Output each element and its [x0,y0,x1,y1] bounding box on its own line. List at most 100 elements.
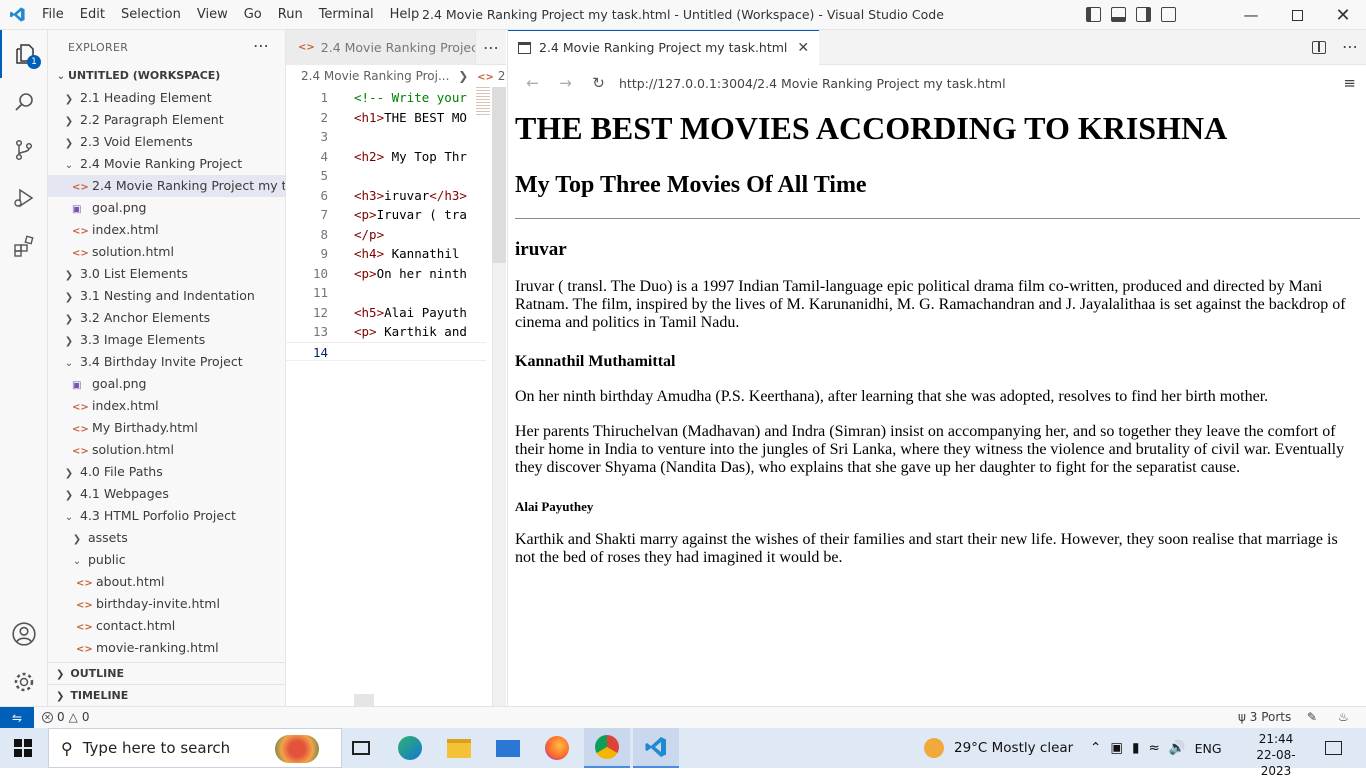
vscode-logo-icon [0,0,34,30]
menu-view[interactable]: View [189,0,236,30]
toggle-primary-sidebar-icon[interactable] [1086,7,1101,22]
tree-file[interactable]: <> movie-ranking.html [48,637,285,659]
weather-widget[interactable]: 29°C Mostly clear [924,728,1073,768]
file-explorer-icon[interactable] [436,728,482,768]
forward-arrow-icon[interactable]: → [549,74,582,92]
customize-layout-icon[interactable] [1161,7,1176,22]
tree-file[interactable]: <> birthday-invite.html [48,593,285,615]
tree-folder[interactable]: ⌄ 2.4 Movie Ranking Project [48,153,285,175]
back-arrow-icon[interactable]: ← [516,74,549,92]
tree-folder[interactable]: ❯ 3.2 Anchor Elements [48,307,285,329]
problems-indicator[interactable]: ✕ 0 △ 0 [42,710,90,724]
tree-file[interactable]: <> index.html [48,395,285,417]
close-window-button[interactable]: ✕ [1320,0,1366,30]
show-hidden-icons-icon[interactable]: ⌃ [1090,740,1101,756]
task-view-icon[interactable] [338,728,384,768]
tree-file[interactable]: ▣ goal.png [48,197,285,219]
explorer-icon[interactable]: 1 [0,30,48,78]
tree-file[interactable]: <> My Birthady.html [48,417,285,439]
remote-indicator-icon[interactable]: ⇋ [0,707,34,729]
search-icon[interactable] [0,78,48,126]
preview-menu-icon[interactable]: ≡ [1343,74,1356,92]
tree-folder[interactable]: ⌄ public [48,549,285,571]
code-content: My Top Thr [384,148,467,164]
menu-help[interactable]: Help [382,0,428,30]
tree-folder[interactable]: ❯ 3.3 Image Elements [48,329,285,351]
taskbar-search[interactable]: ⚲ Type here to search [48,728,342,768]
reload-icon[interactable]: ↻ [582,74,615,92]
tree-file[interactable]: <> contact.html [48,615,285,637]
workspace-header[interactable]: ⌄ UNTITLED (WORKSPACE) [48,65,285,87]
tree-folder[interactable]: ❯ 2.1 Heading Element [48,87,285,109]
breadcrumb-file[interactable]: 2.4 [498,69,506,83]
horizontal-scroll-thumb[interactable] [354,694,374,706]
mail-icon[interactable] [485,728,531,768]
code-area[interactable]: 1 <!-- Write your 2 <h1>THE BEST MO 3 4 <h2> M… [286,87,486,687]
code-text: <h2> My Top Thr [354,147,469,166]
tree-folder[interactable]: ❯ 3.0 List Elements [48,263,285,285]
tree-file[interactable]: <> 2.4 Movie Ranking Project my ta... [48,175,285,197]
battery-icon[interactable]: ▮ [1132,740,1139,756]
feedback-icon[interactable]: ✎ [1307,710,1317,724]
url-field[interactable]: http://127.0.0.1:3004/2.4 Movie Ranking … [619,76,1006,91]
edge-browser-icon[interactable] [387,728,433,768]
code-text: <p>On her ninth [354,264,469,283]
split-editor-icon[interactable] [1312,41,1326,54]
windows-start-icon[interactable] [0,728,46,768]
language-indicator[interactable]: ENG [1195,741,1222,756]
tree-folder[interactable]: ❯ 2.3 Void Elements [48,131,285,153]
editor-more-icon[interactable]: ⋯ [476,38,506,57]
timeline-section[interactable]: ❯ TIMELINE [48,684,285,706]
clock[interactable]: 21:44 22-08-2023 [1246,731,1306,779]
menu-selection[interactable]: Selection [113,0,189,30]
editor-tab[interactable]: <> 2.4 Movie Ranking Project [286,29,476,65]
tree-folder[interactable]: ⌄ 3.4 Birthday Invite Project [48,351,285,373]
toggle-secondary-sidebar-icon[interactable] [1136,7,1151,22]
notifications-bell-icon[interactable]: ♨ [1338,710,1349,724]
meet-now-icon[interactable]: ▣ [1110,740,1123,756]
tree-file[interactable]: <> index.html [48,219,285,241]
more-actions-icon[interactable]: ⋯ [1342,37,1358,56]
manage-gear-icon[interactable] [0,658,48,706]
notification-center-icon[interactable] [1310,728,1356,768]
preview-tab[interactable]: 2.4 Movie Ranking Project my task.html ✕ [508,29,820,65]
minimap[interactable] [476,87,490,117]
error-icon: ✕ [42,711,53,723]
tree-folder[interactable]: ❯ 3.1 Nesting and Indentation [48,285,285,307]
extensions-icon[interactable] [0,222,48,270]
tree-file[interactable]: <> solution.html [48,241,285,263]
tree-folder[interactable]: ❯ assets [48,527,285,549]
vscode-taskbar-icon[interactable] [633,728,679,768]
accounts-icon[interactable] [0,610,48,658]
volume-icon[interactable]: 🔊 [1169,740,1186,756]
toggle-panel-icon[interactable] [1111,7,1126,22]
menu-terminal[interactable]: Terminal [311,0,382,30]
tree-folder[interactable]: ⌄ 4.3 HTML Porfolio Project [48,505,285,527]
menu-run[interactable]: Run [270,0,311,30]
more-actions-icon[interactable]: ⋯ [253,36,269,55]
outline-section[interactable]: ❯ OUTLINE [48,662,285,684]
chrome-icon[interactable] [584,728,630,768]
tree-folder[interactable]: ❯ 4.0 File Paths [48,461,285,483]
wifi-icon[interactable]: ≈ [1149,740,1160,756]
html-file-icon: <> [72,402,89,413]
breadcrumb-folder[interactable]: 2.4 Movie Ranking Proj... [301,69,449,83]
chevron-right-icon: ❯ [64,292,74,303]
firefox-icon[interactable] [534,728,580,768]
explorer-sidebar: EXPLORER ⋯ ⌄ UNTITLED (WORKSPACE) ❯ 2.1 He… [48,30,286,706]
menu-edit[interactable]: Edit [72,0,113,30]
source-control-icon[interactable] [0,126,48,174]
run-debug-icon[interactable] [0,174,48,222]
minimize-button[interactable]: — [1228,0,1274,30]
maximize-button[interactable] [1274,0,1320,30]
tree-folder[interactable]: ❯ 4.1 Webpages [48,483,285,505]
ports-indicator[interactable]: ψ 3 Ports [1238,710,1291,724]
tree-folder[interactable]: ❯ 2.2 Paragraph Element [48,109,285,131]
menu-go[interactable]: Go [236,0,270,30]
scrollbar-thumb[interactable] [492,87,506,263]
close-tab-icon[interactable]: ✕ [797,40,809,56]
tree-file[interactable]: ▣ goal.png [48,373,285,395]
tree-file[interactable]: <> solution.html [48,439,285,461]
menu-file[interactable]: File [34,0,72,30]
tree-file[interactable]: <> about.html [48,571,285,593]
